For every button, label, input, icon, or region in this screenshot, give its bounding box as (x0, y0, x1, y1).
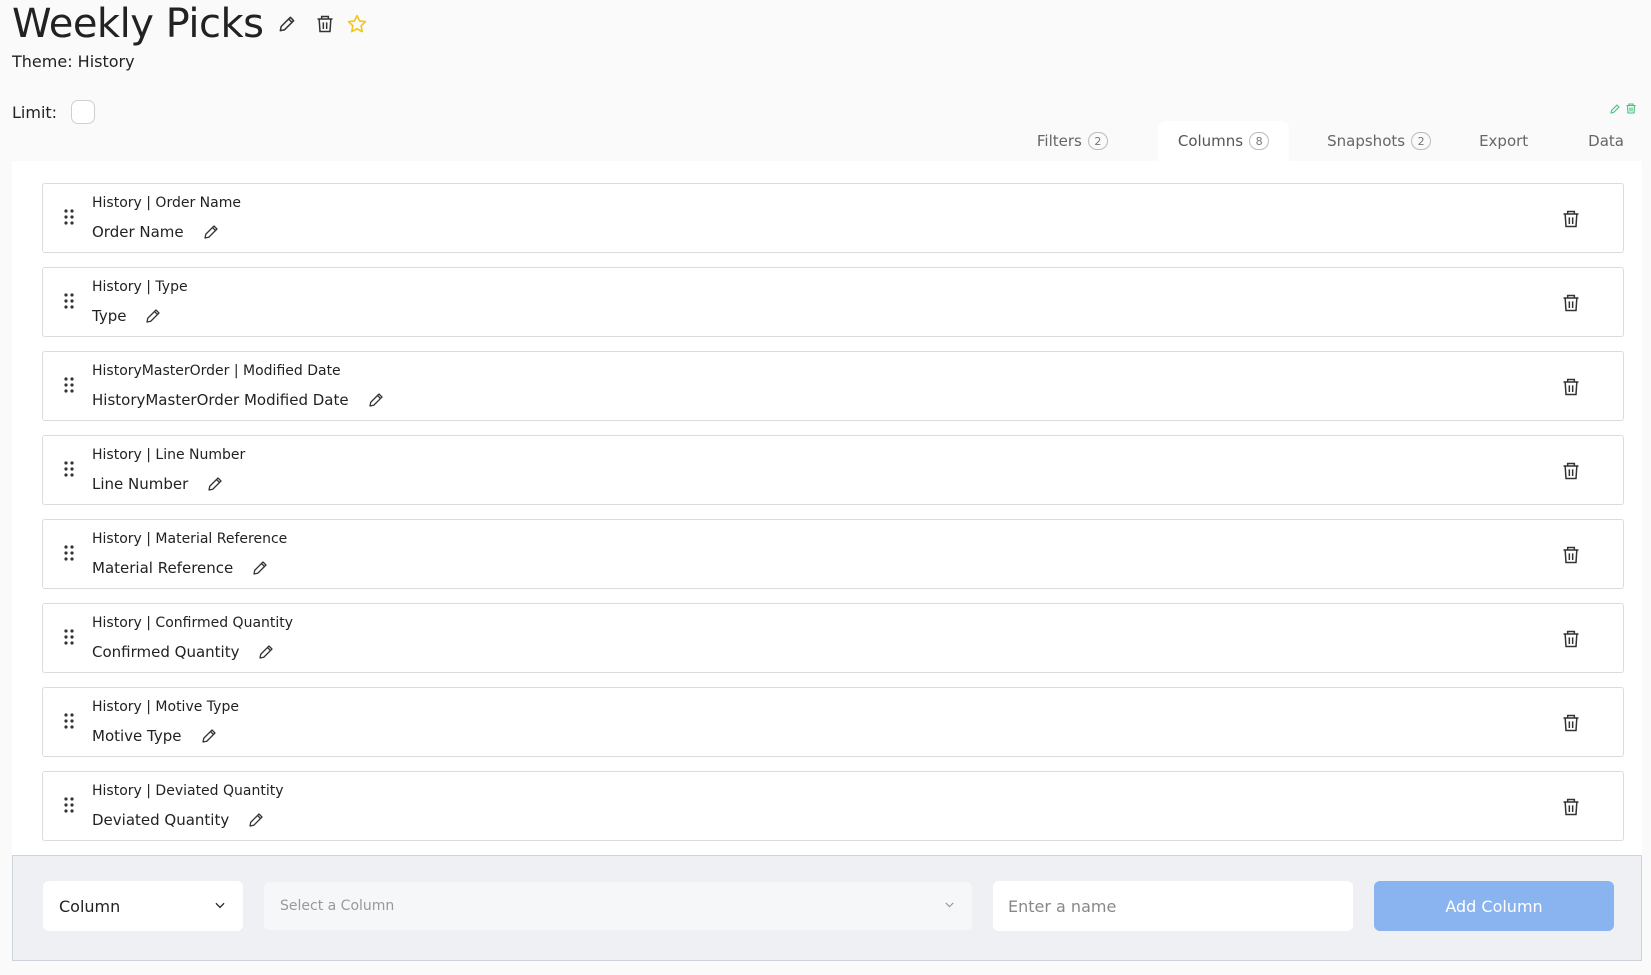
delete-page-trash-icon[interactable] (311, 10, 339, 38)
column-source-path: History | Deviated Quantity (92, 783, 284, 799)
edit-pencil-icon[interactable] (1609, 100, 1621, 119)
drag-handle-icon[interactable] (63, 544, 75, 566)
page-title: Weekly Picks (12, 1, 264, 47)
drag-handle-icon[interactable] (63, 208, 75, 230)
tab-data[interactable]: Data (1556, 121, 1651, 161)
type-select-value: Column (59, 896, 121, 916)
drag-handle-icon[interactable] (63, 796, 75, 818)
delete-column-trash-icon[interactable] (1559, 207, 1583, 231)
tab-count-badge: 8 (1249, 132, 1270, 150)
add-column-button[interactable]: Add Column (1374, 881, 1614, 931)
column-source-path: History | Material Reference (92, 531, 288, 547)
column-display-name: Deviated Quantity (92, 811, 230, 829)
tab-bar: Filters 2 Columns 8 Snapshots 2 Export D… (1017, 121, 1651, 161)
column-item: History | Deviated Quantity Deviated Qua… (42, 771, 1624, 841)
column-name-row: Order Name (92, 223, 220, 241)
edit-column-name-pencil-icon[interactable] (251, 559, 269, 577)
drag-handle-icon[interactable] (63, 376, 75, 398)
column-item: History | Line Number Line Number (42, 435, 1624, 505)
chevron-down-icon (213, 897, 227, 916)
tab-label: Export (1479, 132, 1529, 150)
columns-panel: History | Order Name Order Name History … (12, 161, 1642, 855)
delete-column-trash-icon[interactable] (1559, 459, 1583, 483)
column-display-name: Motive Type (92, 727, 182, 745)
column-select-placeholder: Select a Column (280, 898, 395, 914)
column-display-name: Type (92, 307, 127, 325)
column-list: History | Order Name Order Name History … (42, 183, 1624, 855)
column-name-row: Motive Type (92, 727, 218, 745)
column-display-name: Confirmed Quantity (92, 643, 240, 661)
delete-column-trash-icon[interactable] (1559, 711, 1583, 735)
panel-actions (1609, 100, 1637, 119)
column-name-row: Material Reference (92, 559, 269, 577)
column-display-name: Line Number (92, 475, 189, 493)
tab-snapshots[interactable]: Snapshots 2 (1307, 121, 1451, 161)
column-item: History | Material Reference Material Re… (42, 519, 1624, 589)
column-name-row: Confirmed Quantity (92, 643, 275, 661)
tab-filters[interactable]: Filters 2 (1017, 121, 1128, 161)
column-item: HistoryMasterOrder | Modified Date Histo… (42, 351, 1624, 421)
delete-column-trash-icon[interactable] (1559, 627, 1583, 651)
theme-label: Theme: History (12, 52, 135, 71)
column-select[interactable]: Select a Column (263, 881, 973, 931)
drag-handle-icon[interactable] (63, 460, 75, 482)
type-select[interactable]: Column (43, 881, 243, 931)
column-name-row: Type (92, 307, 162, 325)
edit-column-name-pencil-icon[interactable] (206, 475, 224, 493)
edit-column-name-pencil-icon[interactable] (144, 307, 162, 325)
drag-handle-icon[interactable] (63, 292, 75, 314)
edit-column-name-pencil-icon[interactable] (247, 811, 265, 829)
add-column-bar: Column Select a Column Add Column (12, 855, 1642, 961)
column-name-row: Deviated Quantity (92, 811, 265, 829)
column-display-name: Material Reference (92, 559, 234, 577)
tab-columns[interactable]: Columns 8 (1157, 121, 1290, 161)
edit-title-pencil-icon[interactable] (273, 10, 301, 38)
column-name-row: HistoryMasterOrder Modified Date (92, 391, 385, 409)
column-source-path: History | Type (92, 279, 188, 295)
tab-count-badge: 2 (1411, 132, 1432, 150)
tab-label: Data (1588, 132, 1624, 150)
edit-column-name-pencil-icon[interactable] (367, 391, 385, 409)
tab-label: Filters (1036, 132, 1082, 150)
column-source-path: HistoryMasterOrder | Modified Date (92, 363, 341, 379)
tab-label: Snapshots (1327, 132, 1406, 150)
favorite-star-icon[interactable] (343, 10, 371, 38)
column-name-row: Line Number (92, 475, 224, 493)
column-source-path: History | Motive Type (92, 699, 239, 715)
column-display-name: HistoryMasterOrder Modified Date (92, 391, 349, 409)
limit-checkbox[interactable] (71, 100, 96, 124)
column-item: History | Order Name Order Name (42, 183, 1624, 253)
delete-column-trash-icon[interactable] (1559, 291, 1583, 315)
column-name-input[interactable] (993, 881, 1353, 931)
column-display-name: Order Name (92, 223, 184, 241)
drag-handle-icon[interactable] (63, 628, 75, 650)
tab-count-badge: 2 (1087, 132, 1108, 150)
edit-column-name-pencil-icon[interactable] (200, 727, 218, 745)
column-source-path: History | Order Name (92, 195, 241, 211)
tab-export[interactable]: Export (1451, 121, 1556, 161)
drag-handle-icon[interactable] (63, 712, 75, 734)
column-item: History | Type Type (42, 267, 1624, 337)
limit-label: Limit: (12, 102, 58, 122)
tab-label: Columns (1177, 132, 1244, 150)
limit-row: Limit: (12, 100, 96, 124)
edit-column-name-pencil-icon[interactable] (202, 223, 220, 241)
column-source-path: History | Confirmed Quantity (92, 615, 294, 631)
delete-trash-icon[interactable] (1625, 100, 1637, 119)
column-item: History | Motive Type Motive Type (42, 687, 1624, 757)
delete-column-trash-icon[interactable] (1559, 795, 1583, 819)
page-header: Weekly Picks (12, 0, 371, 48)
delete-column-trash-icon[interactable] (1559, 543, 1583, 567)
chevron-down-icon (943, 898, 956, 915)
edit-column-name-pencil-icon[interactable] (257, 643, 275, 661)
column-source-path: History | Line Number (92, 447, 246, 463)
column-item: History | Confirmed Quantity Confirmed Q… (42, 603, 1624, 673)
delete-column-trash-icon[interactable] (1559, 375, 1583, 399)
